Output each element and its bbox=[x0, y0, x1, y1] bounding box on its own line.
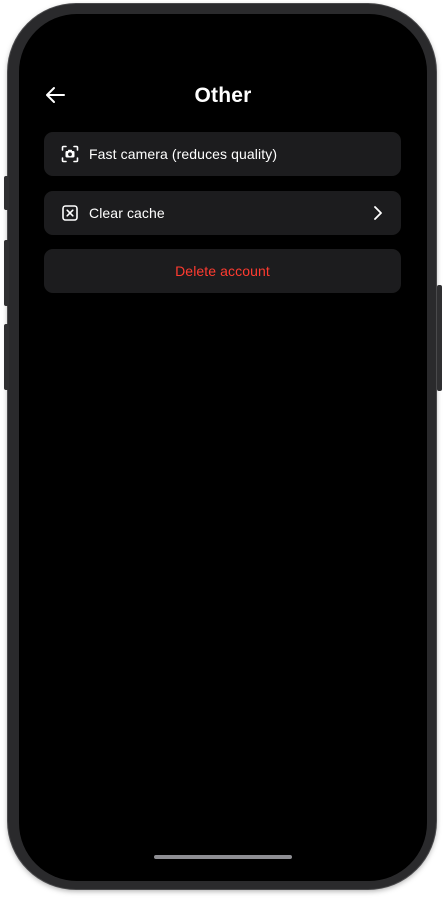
close-box-icon bbox=[61, 204, 79, 222]
delete-account-button[interactable]: Delete account bbox=[44, 249, 401, 293]
clear-cache-label: Clear cache bbox=[89, 205, 165, 221]
action-button bbox=[4, 176, 9, 210]
fast-camera-label: Fast camera (reduces quality) bbox=[89, 146, 278, 162]
dynamic-island bbox=[166, 41, 280, 73]
home-indicator[interactable] bbox=[154, 855, 292, 859]
volume-down-button bbox=[4, 324, 9, 390]
fast-camera-row[interactable]: Fast camera (reduces quality) bbox=[44, 132, 401, 176]
power-button bbox=[437, 285, 442, 391]
clear-cache-row[interactable]: Clear cache bbox=[44, 191, 401, 235]
volume-up-button bbox=[4, 240, 9, 306]
delete-account-label: Delete account bbox=[175, 263, 270, 279]
chevron-right-icon bbox=[369, 204, 387, 222]
page-header: Other bbox=[19, 80, 427, 114]
camera-focus-icon bbox=[61, 145, 79, 163]
page-title: Other bbox=[194, 84, 252, 107]
phone-screen: Other Fast camera (reduces quality) Clea… bbox=[19, 14, 427, 881]
